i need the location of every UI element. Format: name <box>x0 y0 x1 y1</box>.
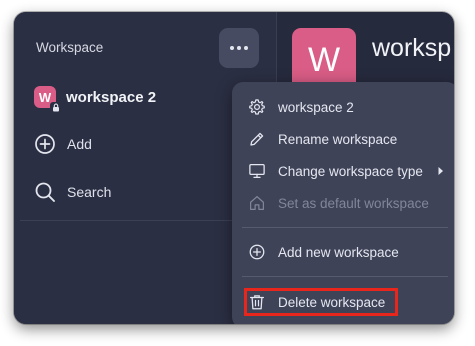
menu-item-set-default: Set as default workspace <box>232 190 454 216</box>
main-workspace-title: worksp <box>372 34 452 62</box>
menu-item-label: Add new workspace <box>278 244 399 260</box>
search-label: Search <box>67 184 112 200</box>
workspace-context-menu: workspace 2 Rename workspace Change work… <box>232 82 454 324</box>
more-dots-icon <box>230 46 248 50</box>
home-icon <box>250 196 264 210</box>
menu-item-change-type[interactable]: Change workspace type <box>232 158 454 184</box>
menu-item-label: workspace 2 <box>278 99 354 115</box>
pencil-icon <box>250 132 264 146</box>
more-options-button[interactable] <box>219 28 259 68</box>
menu-item-label: Change workspace type <box>278 163 423 179</box>
plus-circle-icon <box>249 244 265 260</box>
menu-item-workspace-settings[interactable]: workspace 2 <box>232 94 454 120</box>
menu-divider <box>242 276 448 277</box>
monitor-icon <box>249 163 265 179</box>
workspace-item[interactable]: W workspace 2 <box>34 84 157 113</box>
menu-item-label: Set as default workspace <box>278 195 429 211</box>
add-label: Add <box>67 136 92 152</box>
delete-highlight-box <box>244 288 398 316</box>
add-button[interactable]: Add <box>34 132 92 156</box>
menu-item-add-workspace[interactable]: Add new workspace <box>232 239 454 265</box>
workspace-avatar: W <box>34 86 61 113</box>
search-button[interactable]: Search <box>34 180 111 204</box>
plus-circle-icon <box>35 134 55 154</box>
app-window: Workspace W workspace 2 Add Search W wor… <box>14 12 454 324</box>
menu-item-label: Rename workspace <box>278 131 398 147</box>
gear-icon <box>249 99 265 115</box>
search-icon <box>35 182 55 202</box>
lock-icon <box>50 102 61 113</box>
menu-item-rename[interactable]: Rename workspace <box>232 126 454 152</box>
chevron-right-icon <box>438 167 443 175</box>
sidebar-title: Workspace <box>36 40 104 55</box>
menu-divider <box>242 227 448 228</box>
workspace-name: workspace 2 <box>66 88 157 106</box>
